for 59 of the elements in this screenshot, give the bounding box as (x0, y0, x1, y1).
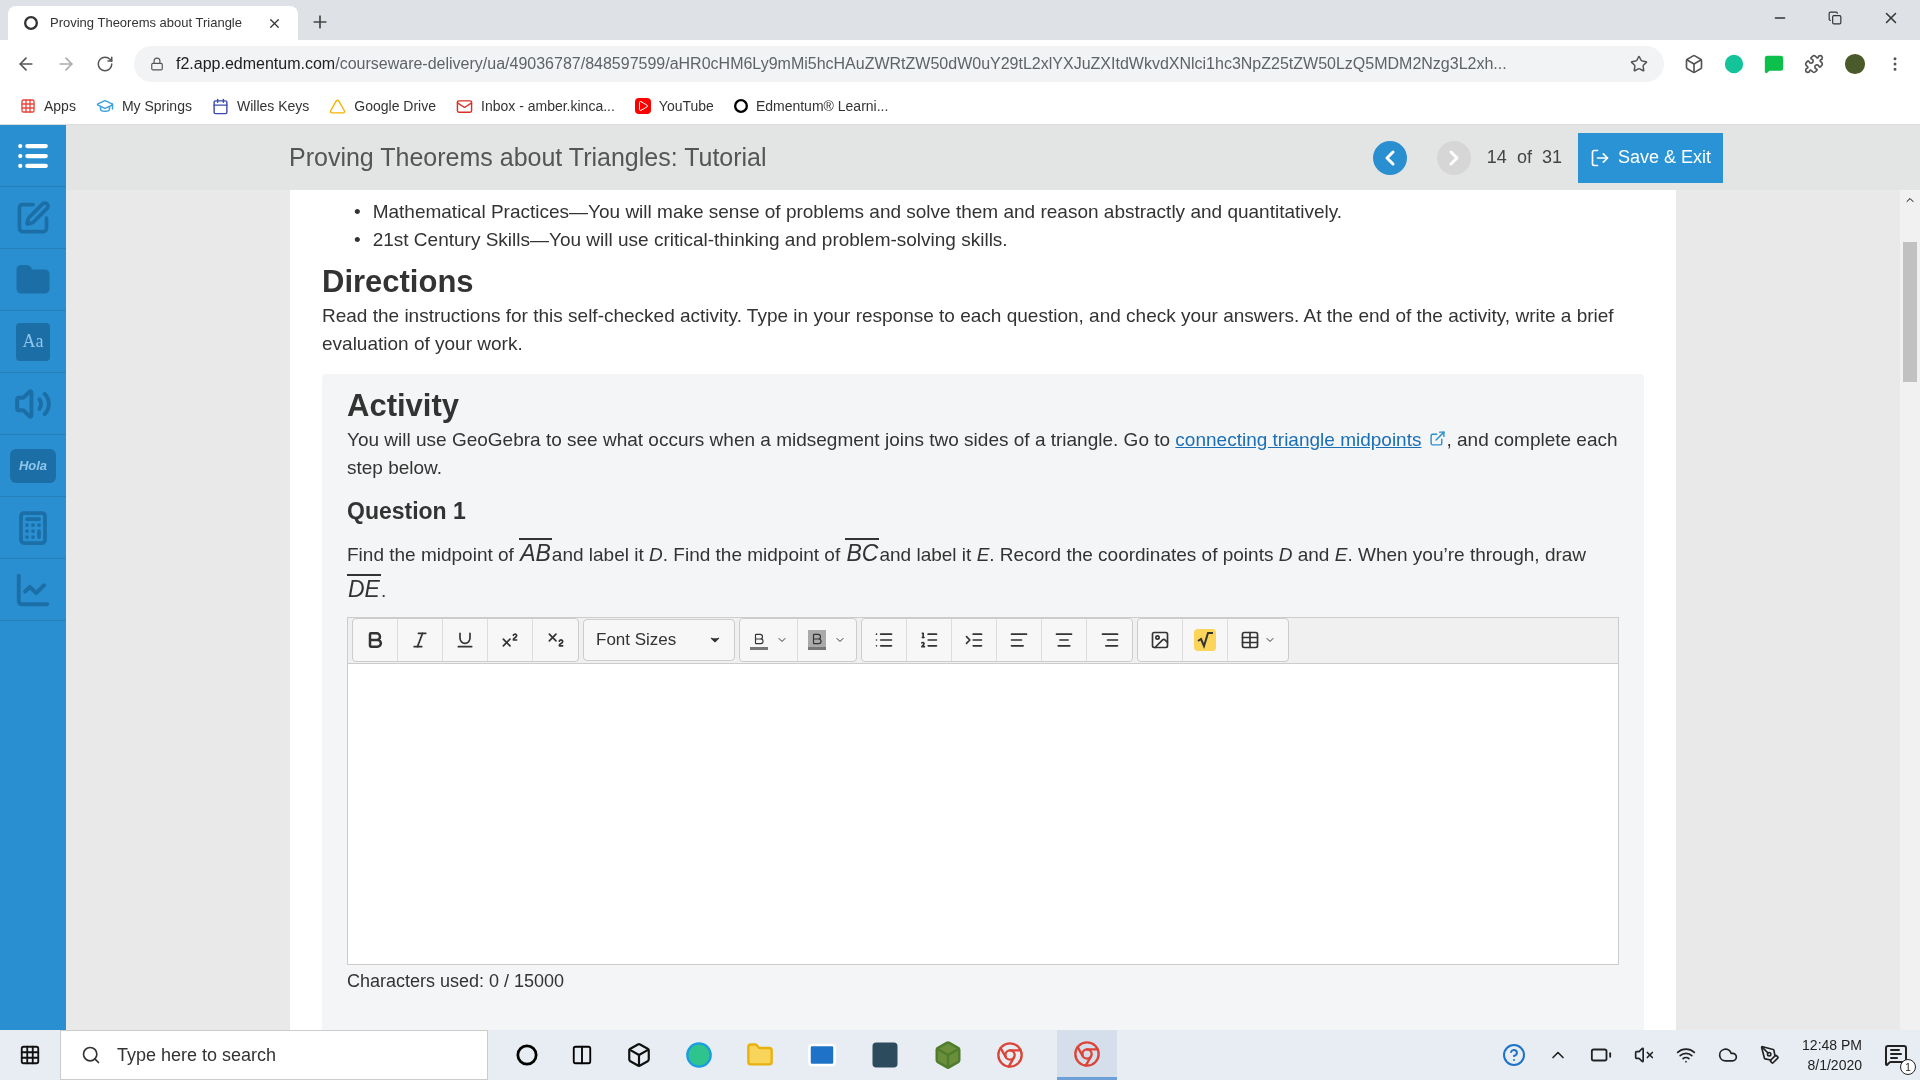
goal-item: Mathematical Practices—You will make sense of problems and solve them and reason abstractly and quantitatively. (372, 200, 1343, 224)
directions-text: Read the instructions for this self-checked activity. Type in your response to each question, and check your answers. At the end of the activity, write a brief evaluation of your work. (322, 304, 1615, 356)
muted-speaker-icon[interactable] (1634, 1045, 1655, 1065)
exit-icon (1589, 147, 1610, 168)
activity-heading: Activity (347, 387, 460, 425)
bullet-marker: • (354, 228, 361, 252)
extensions-icon[interactable] (1804, 54, 1824, 74)
play-icon (634, 98, 651, 114)
font-size-dropdown[interactable]: Font Sizes (583, 619, 735, 661)
previous-button[interactable] (1372, 140, 1407, 175)
cloud-icon[interactable] (1718, 1045, 1739, 1065)
task-view-icon[interactable] (571, 1044, 593, 1066)
bookmark-link[interactable]: YouTube (634, 95, 714, 117)
bookmark-link[interactable]: Edmentum® Learni... (733, 95, 889, 117)
lock-icon (150, 57, 164, 71)
question-text: Find the midpoint of ABand label it D. Find the midpoint of BCand label it E. Record the coordinates of points D and E. When you’re through, draw DE. (347, 536, 1588, 604)
clock-time[interactable]: 12:48 PM (1802, 1035, 1862, 1055)
bookmark-link[interactable]: My Springs (95, 95, 192, 117)
calendar-icon (211, 97, 229, 115)
app-tile-icon[interactable] (870, 1040, 900, 1070)
bookmark-link[interactable]: Google Drive (329, 95, 436, 117)
search-placeholder: Type here to search (117, 1043, 277, 1067)
page-counter: 14 of 31 (1486, 146, 1562, 169)
external-link-icon[interactable] (1429, 430, 1447, 448)
pen-icon[interactable] (1760, 1045, 1781, 1065)
restore-icon[interactable] (1828, 11, 1842, 25)
extension-icon[interactable] (1684, 54, 1704, 74)
grass-block-icon[interactable] (933, 1040, 963, 1070)
bookmark-link[interactable]: Willes Keys (211, 95, 310, 117)
bookmark-link[interactable]: Inbox - amber.kinca... (456, 95, 615, 117)
tab-title: Proving Theorems about Triangle (50, 14, 243, 33)
lesson-title: Proving Theorems about Triangles: Tutorial (289, 141, 768, 173)
wifi-icon[interactable] (1676, 1045, 1697, 1065)
scrollbar-thumb[interactable] (1903, 242, 1917, 382)
graduation-cap-icon (95, 97, 114, 115)
browser-tab[interactable]: Proving Theorems about Triangle (8, 6, 298, 40)
activity-text: You will use GeoGebra to see what occurs when a midsegment joins two sides of a triangle. Go to connecting triangle midpoints , and complete each step below. (347, 428, 1619, 480)
drive-triangle-icon (329, 97, 347, 115)
help-icon[interactable] (1502, 1043, 1527, 1067)
notifications-icon[interactable] (1884, 1043, 1908, 1067)
bullet-marker: • (354, 200, 361, 224)
windows-start-icon[interactable] (19, 1044, 41, 1066)
search-icon (81, 1045, 101, 1065)
address-field[interactable]: f2.app.edmentum.com/courseware-delivery/ua/49036787/848597599/aHR0cHM6Ly9mMi5hcHAuZWRtZW50dW0uY29tL2xlYXJuZXItdWkvdXNlci1hc3NpZ25tZW50LzQ5MDM2Nzg3L2xh... (134, 46, 1664, 82)
apps-grid-icon (20, 98, 36, 114)
clock-date[interactable]: 8/1/2020 (1807, 1055, 1862, 1075)
bookmark-star-icon[interactable] (1630, 55, 1648, 73)
directions-heading: Directions (322, 263, 475, 301)
character-counter: Characters used: 0 / 15000 (347, 969, 566, 993)
notification-count: 1 (1900, 1059, 1916, 1075)
goal-item: 21st Century Skills—You will use critical-thinking and problem-solving skills. (372, 228, 1008, 252)
url-text: f2.app.edmentum.com/courseware-delivery/ua/49036787/848597599/aHR0cHM6Ly9mMi5hcHAuZWRtZW50dW0uY29tL2xlYXJuZXItdWkvdXNlci1hc3NpZ25tZW50LzQ5MDM2Nzg3L2xh... (176, 54, 1508, 74)
bookmark-link[interactable]: Apps (20, 95, 76, 117)
external-link[interactable]: connecting triangle midpoints (1175, 429, 1422, 450)
taskbar-search-field[interactable]: Type here to search (60, 1030, 488, 1080)
reload-icon[interactable] (96, 55, 114, 73)
question-heading: Question 1 (347, 497, 467, 526)
profile-avatar-icon[interactable] (1844, 53, 1866, 75)
cortana-icon[interactable] (516, 1044, 538, 1066)
